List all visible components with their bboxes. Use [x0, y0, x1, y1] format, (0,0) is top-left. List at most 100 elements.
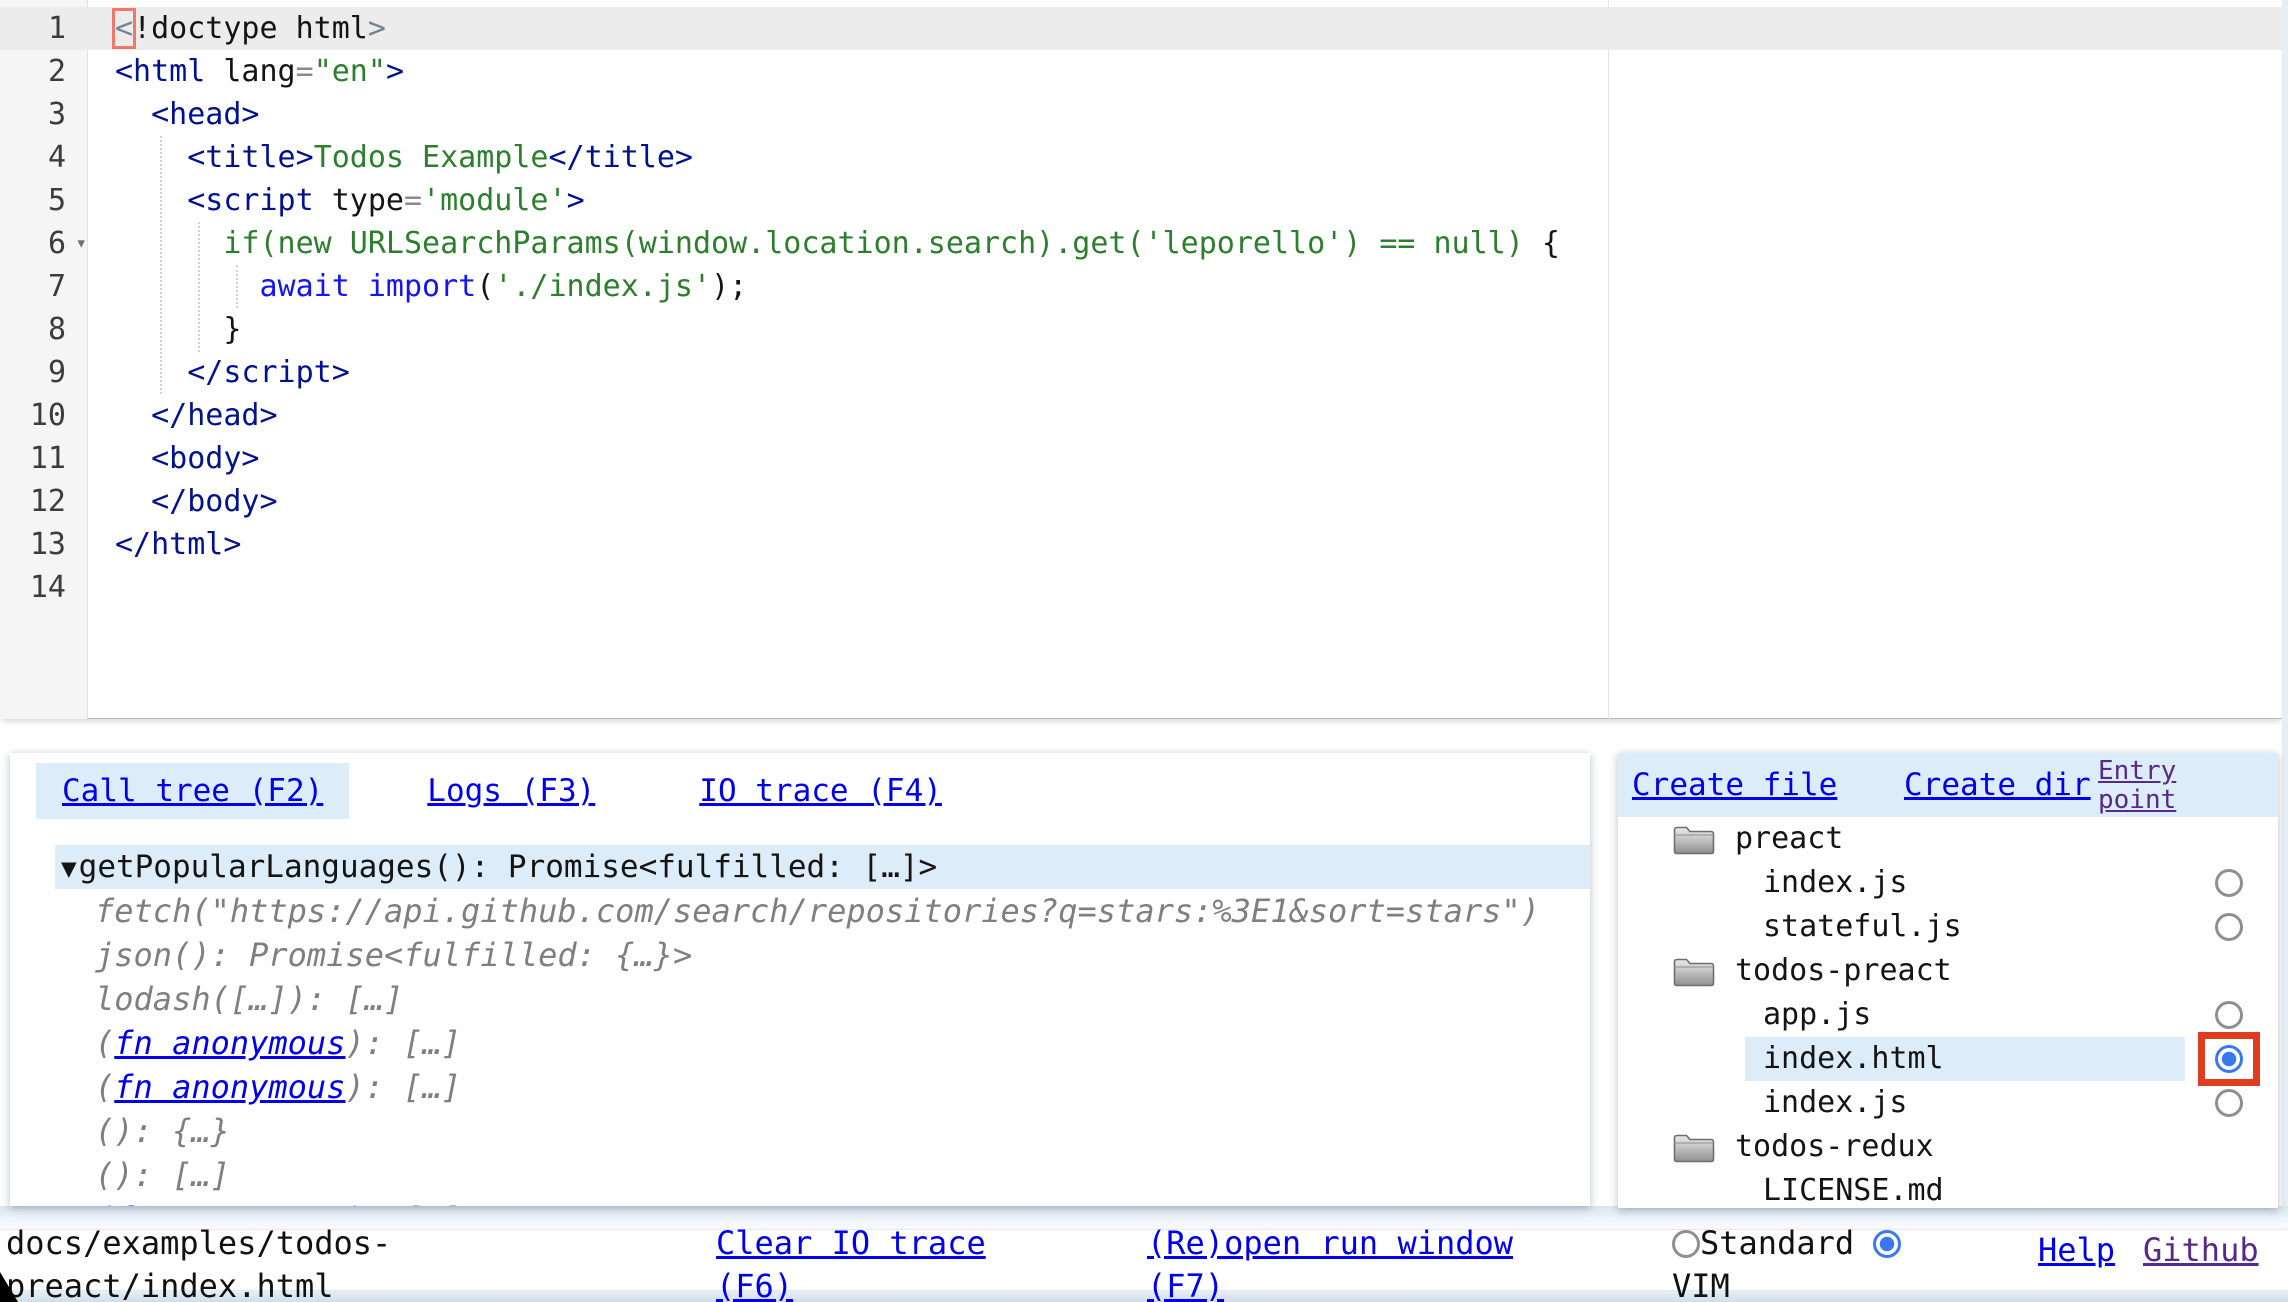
code-line[interactable]: 4 <title>Todos Example</title> — [0, 136, 2282, 179]
file-name[interactable]: index.html — [1763, 1037, 1944, 1081]
vim-keybinding-radio[interactable] — [1873, 1230, 1901, 1258]
call-tree-row[interactable]: json(): Promise<fulfilled: {…}> — [10, 933, 1590, 977]
leporello-ide: 1<!doctype html>2<html lang="en">3 <head… — [0, 0, 2288, 1302]
call-tree-row[interactable]: (): {…} — [10, 1109, 1590, 1153]
file-name[interactable]: todos-redux — [1735, 1125, 1934, 1169]
line-number: 10 — [0, 394, 88, 437]
code-text[interactable]: <head> — [88, 93, 260, 136]
code-line[interactable]: 10 </head> — [0, 394, 2282, 437]
file-row-index.js[interactable]: index.js — [1618, 861, 2278, 905]
file-row-stateful.js[interactable]: stateful.js — [1618, 905, 2278, 949]
page-edge — [2282, 0, 2288, 1206]
dir-row-todos-preact[interactable]: todos-preact — [1618, 949, 2278, 993]
file-tree: preactindex.jsstateful.jstodos-preactapp… — [1618, 817, 2278, 1208]
tab-call-tree-f2-[interactable]: Call tree (F2) — [36, 763, 349, 819]
reopen-run-window-button[interactable]: (Re)open run window (F7) — [1147, 1222, 1527, 1302]
code-line[interactable]: 5 <script type='module'> — [0, 179, 2282, 222]
line-number: 9 — [0, 351, 88, 394]
code-line[interactable]: 12 </body> — [0, 480, 2282, 523]
folder-icon — [1673, 824, 1715, 855]
expand-arrow-icon[interactable]: ▼ — [61, 854, 77, 884]
dir-row-preact[interactable]: preact — [1618, 817, 2278, 861]
file-panel-header: Create file Create dir Entry point — [1618, 753, 2278, 817]
code-line[interactable]: 9 </script> — [0, 351, 2282, 394]
code-text[interactable]: <html lang="en"> — [88, 50, 404, 93]
file-name[interactable]: index.js — [1763, 1081, 1908, 1125]
file-row-app.js[interactable]: app.js — [1618, 993, 2278, 1037]
fn-anonymous-link[interactable]: fn anonymous — [114, 1068, 345, 1106]
call-tree-row[interactable]: (fn anonymous): […] — [10, 1065, 1590, 1109]
code-text[interactable]: <script type='module'> — [88, 179, 585, 222]
code-text[interactable]: </body> — [88, 480, 278, 523]
entry-point-radio[interactable] — [2215, 1089, 2243, 1117]
create-file-button[interactable]: Create file — [1632, 753, 1837, 817]
code-line[interactable]: 1<!doctype html> — [0, 7, 2282, 50]
file-name[interactable]: preact — [1735, 817, 1843, 861]
code-text[interactable]: await import('./index.js'); — [88, 265, 747, 308]
line-number: 13 — [0, 523, 88, 566]
current-file-path: docs/examples/todos-preact/index.html — [6, 1222, 406, 1302]
entry-point-radio[interactable] — [2215, 1045, 2243, 1073]
line-number: 2 — [0, 50, 88, 93]
entry-point-radio[interactable] — [2215, 913, 2243, 941]
code-text[interactable]: </head> — [88, 394, 278, 437]
entry-point-header: Entry point — [2098, 757, 2268, 815]
code-text[interactable]: } — [88, 308, 241, 351]
line-number: 4 — [0, 136, 88, 179]
code-text[interactable]: </html> — [88, 523, 241, 566]
code-line[interactable]: 2<html lang="en"> — [0, 50, 2282, 93]
entry-point-radio[interactable] — [2215, 869, 2243, 897]
code-text[interactable]: <title>Todos Example</title> — [88, 136, 693, 179]
code-editor[interactable]: 1<!doctype html>2<html lang="en">3 <head… — [0, 0, 2282, 719]
folder-icon — [1673, 956, 1715, 987]
call-tree-row[interactable]: (fn anonymous): […] — [10, 1197, 1590, 1206]
code-line[interactable]: 13</html> — [0, 523, 2282, 566]
file-name[interactable]: app.js — [1763, 993, 1871, 1037]
folder-icon — [1673, 1132, 1715, 1163]
code-text[interactable] — [88, 566, 115, 609]
code-text[interactable]: <body> — [88, 437, 260, 480]
line-number: 6▾ — [0, 222, 88, 265]
code-text[interactable]: </script> — [88, 351, 350, 394]
code-line[interactable]: 7 await import('./index.js'); — [0, 265, 2282, 308]
tab-logs-f3-[interactable]: Logs (F3) — [401, 763, 621, 819]
code-line[interactable]: 11 <body> — [0, 437, 2282, 480]
file-name[interactable]: stateful.js — [1763, 905, 1962, 949]
code-line[interactable]: 14 — [0, 566, 2282, 609]
create-dir-button[interactable]: Create dir — [1904, 753, 2091, 817]
line-number: 12 — [0, 480, 88, 523]
code-line[interactable]: 3 <head> — [0, 93, 2282, 136]
standard-keybinding-label: Standard — [1700, 1224, 1854, 1262]
dir-row-todos-redux[interactable]: todos-redux — [1618, 1125, 2278, 1169]
fn-anonymous-link[interactable]: fn anonymous — [114, 1200, 345, 1206]
line-number: 7 — [0, 265, 88, 308]
tab-io-trace-f4-[interactable]: IO trace (F4) — [673, 763, 968, 819]
file-name[interactable]: todos-preact — [1735, 949, 1952, 993]
panel-tabs: Call tree (F2) Logs (F3) IO trace (F4) — [36, 763, 968, 819]
call-tree-row[interactable]: lodash([…]): […] — [10, 977, 1590, 1021]
help-link[interactable]: Help — [2038, 1229, 2115, 1272]
call-tree-row[interactable]: (): […] — [10, 1153, 1590, 1197]
code-text[interactable]: <!doctype html> — [88, 7, 386, 50]
code-line[interactable]: 6▾ if(new URLSearchParams(window.locatio… — [0, 222, 2282, 265]
vim-keybinding-label: VIM — [1672, 1267, 1730, 1302]
standard-keybinding-radio[interactable] — [1672, 1230, 1700, 1258]
call-tree-panel: Call tree (F2) Logs (F3) IO trace (F4) ▼ge… — [10, 753, 1590, 1206]
file-name[interactable]: index.js — [1763, 861, 1908, 905]
file-name[interactable]: LICENSE.md — [1763, 1169, 1944, 1208]
github-link[interactable]: Github — [2143, 1229, 2259, 1272]
code-line[interactable]: 8 } — [0, 308, 2282, 351]
call-tree-row[interactable]: fetch("https://api.github.com/search/rep… — [10, 889, 1590, 933]
clear-io-trace-button[interactable]: Clear IO trace (F6) — [716, 1222, 1016, 1302]
call-tree-row[interactable]: (fn anonymous): […] — [10, 1021, 1590, 1065]
fn-anonymous-link[interactable]: fn anonymous — [114, 1024, 345, 1062]
line-number: 5 — [0, 179, 88, 222]
file-row-index.html[interactable]: index.html — [1618, 1037, 2278, 1081]
file-row-index.js[interactable]: index.js — [1618, 1081, 2278, 1125]
call-tree-row[interactable]: ▼getPopularLanguages(): Promise<fulfille… — [55, 845, 1590, 889]
fold-arrow-icon[interactable]: ▾ — [76, 222, 87, 265]
code-text[interactable]: if(new URLSearchParams(window.location.s… — [88, 222, 1560, 265]
line-number: 3 — [0, 93, 88, 136]
file-row-LICENSE.md[interactable]: LICENSE.md — [1618, 1169, 2278, 1208]
entry-point-radio[interactable] — [2215, 1001, 2243, 1029]
